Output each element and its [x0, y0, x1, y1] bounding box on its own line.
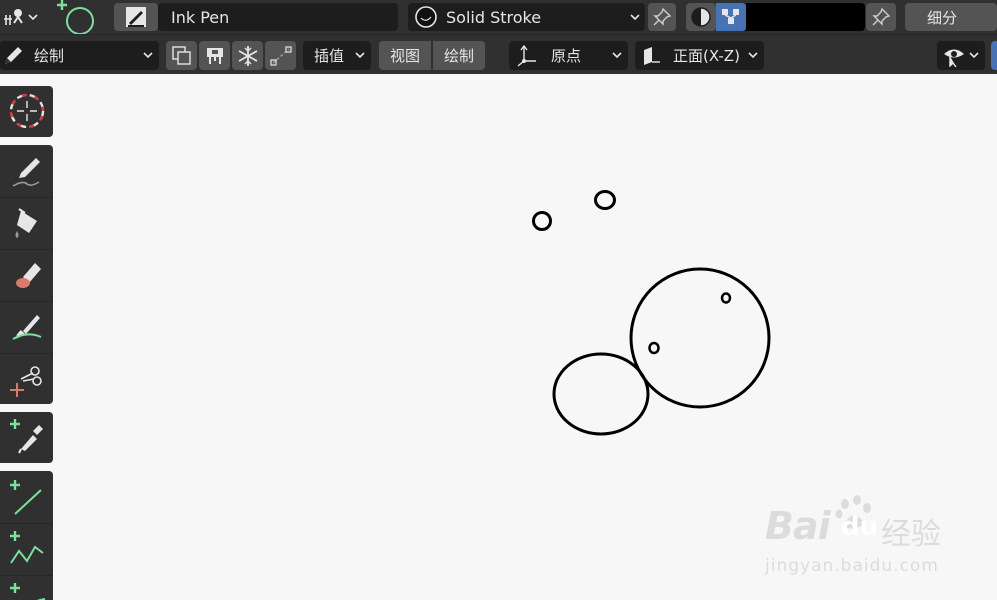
watermark-brand-2: du	[841, 512, 879, 542]
tool-shelf-cursor	[0, 86, 53, 137]
snap-button[interactable]	[232, 41, 263, 70]
add-circle-icon	[57, 0, 94, 34]
arc-icon	[9, 582, 45, 600]
origin-label: 原点	[551, 47, 582, 65]
small-circle-stroke	[532, 211, 552, 231]
small-circle-stroke	[594, 190, 616, 210]
material-dropdown[interactable]: Solid Stroke	[408, 3, 645, 31]
watermark-brand: Bai	[765, 504, 831, 548]
chevron-down-icon	[28, 14, 38, 21]
stroke-placement-dropdown[interactable]: 原点	[509, 41, 628, 70]
eye-select-icon	[944, 49, 964, 67]
tint-icon	[12, 314, 41, 340]
baidu-watermark: Bai du 经验 jingyan.baidu.com	[765, 492, 997, 576]
erase-tool[interactable]	[0, 249, 53, 299]
cutter-tool[interactable]	[0, 353, 53, 403]
curve-edit-button[interactable]	[265, 41, 296, 70]
dot-stroke	[648, 341, 660, 355]
chevron-down-icon	[748, 52, 758, 59]
fill-tool[interactable]	[0, 197, 53, 247]
draw-icon	[12, 158, 40, 187]
fill-icon	[15, 207, 37, 238]
mode-dropdown[interactable]: 绘制	[0, 41, 159, 70]
erase-icon	[15, 262, 41, 288]
color-mode-material-button[interactable]	[686, 3, 716, 31]
header-bar: Ink Pen Solid Stroke 细分	[0, 0, 997, 34]
line-tool[interactable]	[0, 473, 53, 523]
circle-tool-button[interactable]	[55, 0, 97, 34]
dot-stroke	[720, 292, 732, 304]
curve-edit-icon	[269, 45, 292, 66]
brush-name-field[interactable]: Ink Pen	[158, 3, 398, 31]
front-plane-icon	[644, 46, 660, 65]
edit-lines-icon	[206, 47, 223, 64]
viewport-header: 绘制 插值 视图 绘制 原点 正面(X-Z)	[0, 34, 997, 74]
interpolate-label: 插值	[314, 47, 345, 65]
chevron-down-icon	[612, 52, 622, 59]
vertex-color-icon	[722, 9, 739, 24]
cutter-icon	[9, 365, 42, 397]
snowflake-icon	[238, 45, 257, 66]
color-mode-vertex-button[interactable]	[716, 3, 746, 31]
origin-axes-icon	[517, 44, 536, 67]
material-mode-icon	[691, 7, 711, 27]
view-menu-label: 视图	[389, 47, 420, 65]
chevron-down-icon	[143, 52, 153, 59]
tint-tool[interactable]	[0, 301, 53, 351]
eyedropper-tool[interactable]	[0, 412, 53, 462]
polyline-icon	[9, 530, 44, 564]
pencil-icon	[5, 46, 22, 64]
material-sphere-icon	[415, 6, 437, 28]
edit-lines-button[interactable]	[199, 41, 230, 70]
multiframe-icon	[171, 45, 191, 65]
polyline-tool[interactable]	[0, 523, 53, 573]
tool-shelf-draw	[0, 145, 53, 404]
draw-tool[interactable]	[0, 147, 53, 197]
pin-icon	[653, 7, 672, 26]
ink-pen-icon	[126, 7, 146, 27]
interpolate-dropdown[interactable]: 插值	[303, 41, 371, 70]
mode-label: 绘制	[34, 47, 65, 65]
drawing-plane-dropdown[interactable]: 正面(X-Z)	[635, 41, 764, 70]
cursor-icon	[9, 93, 44, 129]
view-menu[interactable]: 视图	[379, 41, 431, 70]
subdivide-label: 细分	[927, 8, 958, 27]
watermark-suffix: 经验	[881, 517, 941, 552]
vertex-color-swatch[interactable]	[746, 3, 865, 31]
material-name: Solid Stroke	[446, 7, 542, 27]
line-icon	[9, 480, 42, 515]
chevron-down-icon	[355, 52, 365, 59]
chevron-down-icon	[969, 52, 979, 59]
cursor-tool[interactable]	[0, 86, 53, 136]
chevron-down-icon	[630, 14, 640, 21]
brush-name: Ink Pen	[171, 7, 230, 27]
pin-material-button[interactable]	[648, 3, 676, 31]
draw-menu[interactable]: 绘制	[433, 41, 485, 70]
eyedropper-icon	[9, 419, 43, 454]
tool-settings-picker[interactable]	[2, 4, 42, 30]
large-circle-stroke	[629, 267, 771, 409]
tool-shelf-eyedropper	[0, 412, 53, 463]
pin-icon	[872, 7, 891, 26]
overlay-toggle-edge[interactable]	[991, 41, 997, 70]
watermark-url: jingyan.baidu.com	[765, 556, 939, 576]
brush-preview-button[interactable]	[114, 3, 158, 31]
visibility-dropdown[interactable]	[937, 41, 985, 70]
subdivide-button[interactable]: 细分	[905, 3, 997, 31]
arc-tool[interactable]	[0, 575, 53, 600]
ellipse-stroke	[552, 352, 650, 436]
draw-menu-label: 绘制	[443, 47, 474, 65]
plane-label: 正面(X-Z)	[673, 47, 740, 65]
pin-color-button[interactable]	[866, 3, 896, 31]
tool-shelf-shapes	[0, 471, 53, 600]
multiframe-button[interactable]	[166, 41, 197, 70]
brush-settings-icon	[4, 9, 23, 25]
